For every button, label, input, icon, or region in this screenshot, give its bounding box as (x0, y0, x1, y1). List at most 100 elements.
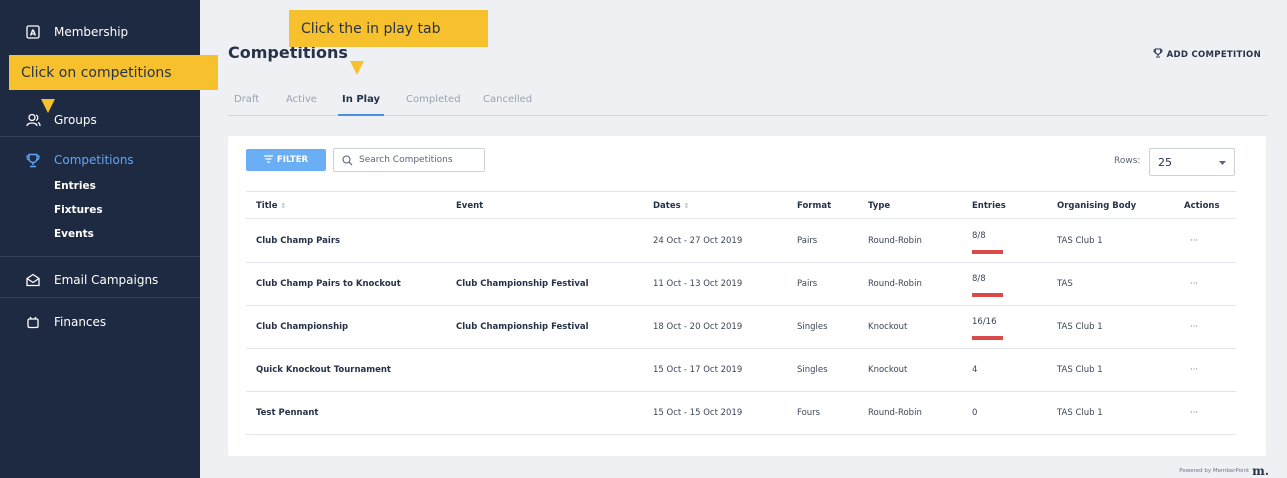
sidebar-item-label: Competitions (54, 153, 134, 167)
cell-dates: 15 Oct - 17 Oct 2019 (653, 365, 743, 375)
tab-draft[interactable]: Draft (234, 94, 259, 115)
cell-event: Club Championship Festival (456, 279, 589, 289)
column-header-entries: Entries (972, 201, 1006, 211)
cell-title[interactable]: Test Pennant (256, 408, 318, 418)
cell-organising-body: TAS (1057, 279, 1073, 289)
filter-button[interactable]: FILTER (246, 149, 326, 171)
competitions-hint-callout: Click on competitions (9, 55, 218, 90)
column-header-actions: Actions (1184, 201, 1220, 211)
entries-count: 0 (972, 408, 978, 418)
cell-type: Round-Robin (868, 408, 922, 418)
table-row[interactable]: Club Champ Pairs to Knockout Club Champio… (246, 263, 1236, 306)
competitions-card: FILTER Rows: 25 Title ⇕ Event Dates ⇕ Fo… (228, 136, 1266, 456)
arrow-down-icon (41, 99, 55, 113)
arrow-down-icon (350, 61, 364, 75)
sidebar-subitem-entries[interactable]: Entries (54, 180, 96, 192)
cell-title[interactable]: Club Champ Pairs to Knockout (256, 279, 401, 289)
sidebar-item-finances[interactable]: Finances (0, 310, 200, 334)
trophy-icon (0, 153, 50, 168)
sidebar-divider (0, 136, 200, 137)
cell-event: Club Championship Festival (456, 322, 589, 332)
cell-organising-body: TAS Club 1 (1057, 365, 1103, 375)
status-tabs: Draft Active In Play Completed Cancelled (228, 94, 1267, 116)
sidebar-item-label: Finances (54, 315, 107, 329)
column-header-dates[interactable]: Dates ⇕ (653, 201, 690, 211)
cell-format: Singles (797, 322, 828, 332)
column-header-title[interactable]: Title ⇕ (256, 201, 286, 211)
column-header-event: Event (456, 201, 484, 211)
caret-down-icon (1219, 156, 1226, 169)
entries-count: 8/8 (972, 231, 986, 241)
cell-entries: 8/8 (972, 231, 1003, 254)
tab-in-play[interactable]: In Play (338, 94, 385, 116)
sidebar-divider (0, 297, 200, 298)
filter-label: FILTER (276, 155, 309, 165)
search-icon (342, 151, 353, 170)
rows-label: Rows: (1114, 156, 1141, 166)
cell-title[interactable]: Club Championship (256, 322, 348, 332)
table-header: Title ⇕ Event Dates ⇕ Format Type Entrie… (246, 191, 1236, 219)
svg-text:A: A (30, 29, 37, 38)
cell-title[interactable]: Quick Knockout Tournament (256, 365, 391, 375)
row-actions-menu[interactable]: ··· (1190, 279, 1198, 289)
filter-icon (263, 154, 273, 166)
rows-value: 25 (1158, 155, 1172, 169)
add-competition-button[interactable]: ADD COMPETITION (1153, 48, 1261, 61)
powered-by: Powered by MemberPoint m. (1179, 464, 1269, 478)
cell-format: Singles (797, 365, 828, 375)
wallet-icon (0, 315, 50, 329)
table-row[interactable]: Club Champ Pairs 24 Oct - 27 Oct 2019 Pair… (246, 220, 1236, 263)
sidebar-item-competitions[interactable]: Competitions (0, 148, 200, 172)
cell-entries: 16/16 (972, 317, 1003, 340)
cell-organising-body: TAS Club 1 (1057, 236, 1103, 246)
inplay-hint-callout: Click the in play tab (289, 10, 488, 47)
memberpoint-logo: m. (1252, 464, 1269, 478)
cell-type: Knockout (868, 322, 908, 332)
cell-organising-body: TAS Club 1 (1057, 322, 1103, 332)
sidebar-item-membership[interactable]: A Membership (0, 20, 200, 44)
cell-organising-body: TAS Club 1 (1057, 408, 1103, 418)
cell-entries: 4 (972, 365, 977, 375)
cell-entries: 8/8 (972, 274, 1003, 297)
row-actions-menu[interactable]: ··· (1190, 408, 1198, 418)
sidebar-item-label: Groups (54, 113, 97, 127)
id-card-icon: A (0, 25, 50, 39)
cell-dates: 15 Oct - 15 Oct 2019 (653, 408, 743, 418)
entries-count: 8/8 (972, 274, 986, 284)
table-row[interactable]: Test Pennant 15 Oct - 15 Oct 2019 Fours Rou… (246, 392, 1236, 435)
row-actions-menu[interactable]: ··· (1190, 322, 1198, 332)
cell-entries: 0 (972, 408, 977, 418)
cell-format: Fours (797, 408, 821, 418)
trophy-icon (1153, 48, 1163, 61)
entries-full-bar (972, 293, 1003, 297)
table-row[interactable]: Club Championship Club Championship Festi… (246, 306, 1236, 349)
tab-active[interactable]: Active (286, 94, 317, 115)
sidebar-item-email-campaigns[interactable]: Email Campaigns (0, 268, 200, 292)
cell-title[interactable]: Club Champ Pairs (256, 236, 340, 246)
users-icon (0, 113, 50, 127)
tab-completed[interactable]: Completed (406, 94, 461, 115)
sidebar-item-label: Membership (54, 25, 129, 39)
column-header-format: Format (797, 201, 832, 211)
cell-type: Round-Robin (868, 236, 922, 246)
rows-per-page-select[interactable]: 25 (1149, 148, 1235, 176)
table-row[interactable]: Quick Knockout Tournament 15 Oct - 17 Oct… (246, 349, 1236, 392)
sidebar-subitem-fixtures[interactable]: Fixtures (54, 204, 103, 216)
sidebar-divider (0, 256, 200, 257)
entries-full-bar (972, 336, 1003, 340)
column-label: Title (256, 201, 278, 211)
tab-cancelled[interactable]: Cancelled (483, 94, 532, 115)
powered-by-text: Powered by MemberPoint (1179, 468, 1250, 474)
cell-format: Pairs (797, 279, 818, 289)
sidebar-subitem-events[interactable]: Events (54, 228, 94, 240)
column-header-organising-body: Organising Body (1057, 201, 1137, 211)
search-input[interactable] (359, 155, 479, 165)
search-box (333, 148, 485, 172)
row-actions-menu[interactable]: ··· (1190, 236, 1198, 246)
entries-count: 16/16 (972, 317, 997, 327)
cell-type: Round-Robin (868, 279, 922, 289)
sort-icon: ⇕ (280, 202, 287, 210)
sidebar-item-groups[interactable]: Groups (0, 108, 200, 132)
cell-dates: 11 Oct - 13 Oct 2019 (653, 279, 743, 289)
row-actions-menu[interactable]: ··· (1190, 365, 1198, 375)
